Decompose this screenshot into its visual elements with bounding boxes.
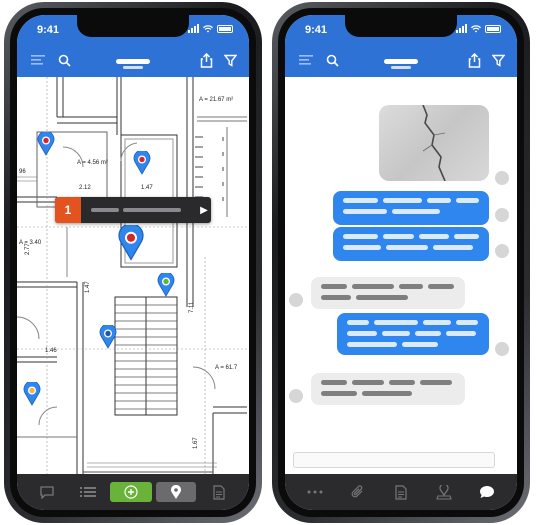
notch [345,15,457,37]
right-phone-frame: 9:41 [272,2,530,523]
map-pin-icon[interactable] [37,132,55,156]
share-icon[interactable] [463,49,485,71]
title-handle[interactable] [384,59,418,64]
message-input[interactable] [293,452,495,468]
status-time: 9:41 [37,24,60,36]
floor-plan[interactable]: A = 21.67 m² A = 4.56 m² A = 3.40 A = 61… [17,77,249,486]
status-icons [456,24,501,33]
add-icon [124,485,138,499]
search-icon[interactable] [53,49,75,71]
attachment-icon[interactable] [343,482,373,502]
avatar [495,244,509,258]
dimension-label: 7.11 [189,301,195,313]
avatar [289,293,303,307]
dimension-label: 1.47 [141,185,153,191]
avatar [289,389,303,403]
pin-popup[interactable]: 1 ▶ [55,197,211,223]
chat-icon[interactable] [29,482,65,502]
map-pin-icon[interactable] [99,325,117,349]
message-bubble-outgoing[interactable] [333,227,489,261]
map-pin-icon[interactable] [157,273,175,297]
message-bubble-incoming[interactable] [311,373,465,405]
user-location-icon[interactable] [429,482,459,502]
add-pin-button[interactable] [109,482,152,502]
area-label: A = 21.67 m² [199,97,233,103]
menu-icon[interactable] [295,49,317,71]
bottom-toolbar [285,474,517,510]
message-bubble-incoming[interactable] [311,277,465,309]
list-icon[interactable] [70,482,106,502]
avatar [495,171,509,185]
pin-number-badge: 1 [55,197,81,223]
chat-screen: 9:41 [285,15,517,510]
battery-icon [485,24,501,33]
document-icon[interactable] [201,482,237,502]
more-icon[interactable] [300,482,330,502]
chat-thread[interactable] [285,77,517,474]
left-phone-frame: 9:41 A = 21.67 m² A = 4.56 m² A = 3.40 A… [4,2,262,523]
title-handle-secondary [391,66,411,69]
dimension-label: 1.47 [85,281,91,293]
chevron-right-icon[interactable]: ▶ [197,205,211,216]
filter-icon[interactable] [487,49,509,71]
location-button[interactable] [156,482,197,502]
title-handle-secondary [123,66,143,69]
battery-icon [217,24,233,33]
avatar [495,208,509,222]
dimension-label: 1.46 [45,348,57,354]
location-icon [171,484,182,499]
status-icons [188,24,233,33]
signal-icon [188,24,199,33]
map-pin-icon[interactable] [23,382,41,406]
document-icon[interactable] [386,482,416,502]
dimension-label: 96 [19,169,26,175]
message-bubble-outgoing[interactable] [337,313,489,355]
status-time: 9:41 [305,24,328,36]
bottom-toolbar [17,474,249,510]
chat-icon[interactable] [472,482,502,502]
menu-icon[interactable] [27,49,49,71]
selected-map-pin-icon[interactable] [117,225,145,261]
wifi-icon [471,24,481,32]
message-bubble-outgoing[interactable] [333,191,489,225]
dimension-label: 2.12 [79,185,91,191]
phone-bezel: 9:41 [278,8,524,517]
area-label: A = 4.56 m² [77,160,108,166]
search-icon[interactable] [321,49,343,71]
dimension-label: 2.77 [25,243,31,255]
wifi-icon [203,24,213,32]
plan-screen: 9:41 A = 21.67 m² A = 4.56 m² A = 3.40 A… [17,15,249,510]
signal-icon [456,24,467,33]
title-handle[interactable] [116,59,150,64]
pin-title-placeholder [81,208,197,212]
avatar [495,342,509,356]
share-icon[interactable] [195,49,217,71]
notch [77,15,189,37]
area-label: A = 61.7 [215,365,238,371]
filter-icon[interactable] [219,49,241,71]
crack-photo[interactable] [379,105,489,181]
phone-bezel: 9:41 [10,8,256,517]
map-pin-icon[interactable] [133,151,151,175]
dimension-label: 1.67 [193,437,199,449]
